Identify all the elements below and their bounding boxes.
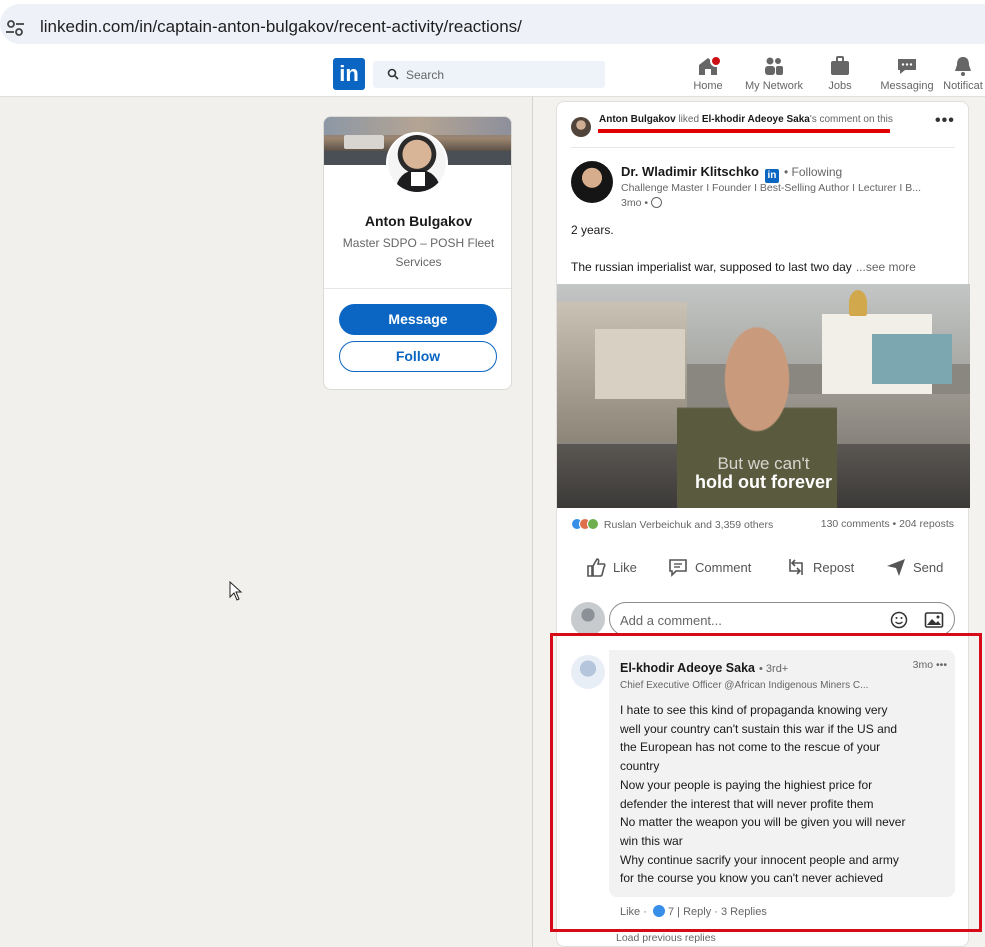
search-input[interactable]: [406, 66, 596, 84]
post-action-bar: Like Comment Repost Send: [571, 549, 955, 585]
video-caption-line2: hold out forever: [694, 472, 832, 492]
nav-my-network[interactable]: My Network: [742, 55, 806, 95]
post-text-line2: The russian imperialist war, supposed to…: [571, 260, 955, 274]
emoji-icon[interactable]: [890, 611, 908, 629]
author-name-row: Dr. Wladimir Klitschko in • Following: [621, 164, 842, 183]
author-avatar[interactable]: [571, 161, 613, 203]
search-icon: [387, 68, 399, 80]
following-status: • Following: [783, 165, 843, 179]
nav-messaging-label: Messaging: [880, 80, 934, 92]
send-button[interactable]: Send: [885, 549, 943, 585]
address-pill[interactable]: linkedin.com/in/captain-anton-bulgakov/r…: [0, 4, 985, 44]
column-divider: [532, 97, 533, 947]
comment-button[interactable]: Comment: [667, 549, 751, 585]
nav-jobs[interactable]: Jobs: [826, 55, 854, 95]
current-user-avatar: [571, 602, 605, 636]
reactions-summary[interactable]: Ruslan Verbeichuk and 3,359 others: [571, 518, 773, 531]
like-button[interactable]: Like: [585, 549, 637, 585]
thumbs-up-icon: [587, 558, 606, 577]
activity-actor-avatar[interactable]: [571, 117, 591, 137]
nav-home-label: Home: [693, 80, 723, 92]
reaction-icons: [571, 518, 601, 530]
profile-avatar[interactable]: [386, 132, 448, 194]
globe-icon: [651, 197, 663, 208]
add-comment-input[interactable]: [620, 611, 870, 629]
post-text-line1: 2 years.: [571, 223, 614, 237]
add-comment-box[interactable]: [609, 602, 955, 636]
activity-suffix: 's comment on this: [809, 114, 893, 125]
profile-name[interactable]: Anton Bulgakov: [324, 213, 511, 229]
video-caption-line1: But we can't: [717, 454, 810, 473]
post-text-content: The russian imperialist war, supposed to…: [571, 260, 852, 274]
see-more-link[interactable]: ...see more: [856, 260, 916, 274]
post-header-divider: [571, 147, 955, 148]
profile-headline: Master SDPO – POSH Fleet Services: [342, 236, 495, 269]
search-box[interactable]: [373, 61, 605, 88]
nav-jobs-label: Jobs: [828, 80, 852, 92]
activity-target[interactable]: El-khodir Adeoye Saka: [702, 114, 810, 125]
reactions-text: Ruslan Verbeichuk and 3,359 others: [603, 519, 774, 531]
linkedin-badge-icon: in: [764, 169, 779, 183]
nav-home[interactable]: Home: [690, 55, 726, 95]
message-button[interactable]: Message: [339, 304, 497, 335]
author-name[interactable]: Dr. Wladimir Klitschko: [621, 164, 759, 179]
browser-address-bar: linkedin.com/in/captain-anton-bulgakov/r…: [0, 0, 985, 48]
comments-reposts-count[interactable]: 130 comments • 204 reposts: [821, 518, 954, 530]
image-upload-icon[interactable]: [924, 611, 944, 629]
nav-notifications[interactable]: Notificat: [941, 55, 985, 95]
linkedin-top-nav: in Home My Network Jobs Messaging: [0, 48, 985, 97]
repost-label: Repost: [813, 559, 855, 575]
activity-actor[interactable]: Anton Bulgakov: [599, 114, 676, 125]
load-previous-replies[interactable]: Load previous replies: [616, 932, 716, 944]
messaging-icon: [898, 59, 916, 74]
activity-verb: liked: [678, 114, 700, 125]
notification-badge: [710, 55, 722, 67]
send-icon: [887, 559, 905, 576]
post-video-thumbnail[interactable]: But we can't hold out forever: [557, 284, 970, 508]
repost-button[interactable]: Repost: [785, 549, 854, 585]
author-title: Challenge Master I Founder I Best-Sellin…: [621, 182, 921, 194]
red-highlight-box-annotation: [550, 633, 982, 932]
nav-notifications-label: Notificat: [943, 80, 983, 92]
post-time-text: 3mo •: [621, 197, 649, 209]
activity-header: Anton Bulgakov liked El-khodir Adeoye Sa…: [599, 113, 899, 141]
profile-card: Anton Bulgakov Master SDPO – POSH Fleet …: [323, 116, 512, 390]
send-label: Send: [913, 559, 944, 575]
site-settings-icon[interactable]: [4, 17, 26, 39]
post-timestamp: 3mo •: [621, 197, 663, 209]
support-reaction-icon: [587, 518, 599, 530]
like-label: Like: [613, 559, 637, 575]
nav-my-network-label: My Network: [744, 80, 804, 92]
mouse-cursor-icon: [229, 581, 243, 601]
network-icon: [765, 57, 783, 75]
post-more-button[interactable]: •••: [935, 112, 955, 130]
briefcase-icon: [831, 56, 849, 75]
bell-icon: [955, 57, 971, 76]
linkedin-logo[interactable]: in: [333, 58, 365, 90]
red-underline-annotation: [598, 129, 890, 133]
repost-icon: [789, 559, 803, 575]
profile-divider: [324, 288, 511, 289]
follow-button[interactable]: Follow: [339, 341, 497, 372]
comment-label: Comment: [695, 559, 752, 575]
nav-messaging[interactable]: Messaging: [878, 55, 936, 95]
comment-icon: [669, 559, 687, 577]
address-url[interactable]: linkedin.com/in/captain-anton-bulgakov/r…: [40, 17, 522, 37]
